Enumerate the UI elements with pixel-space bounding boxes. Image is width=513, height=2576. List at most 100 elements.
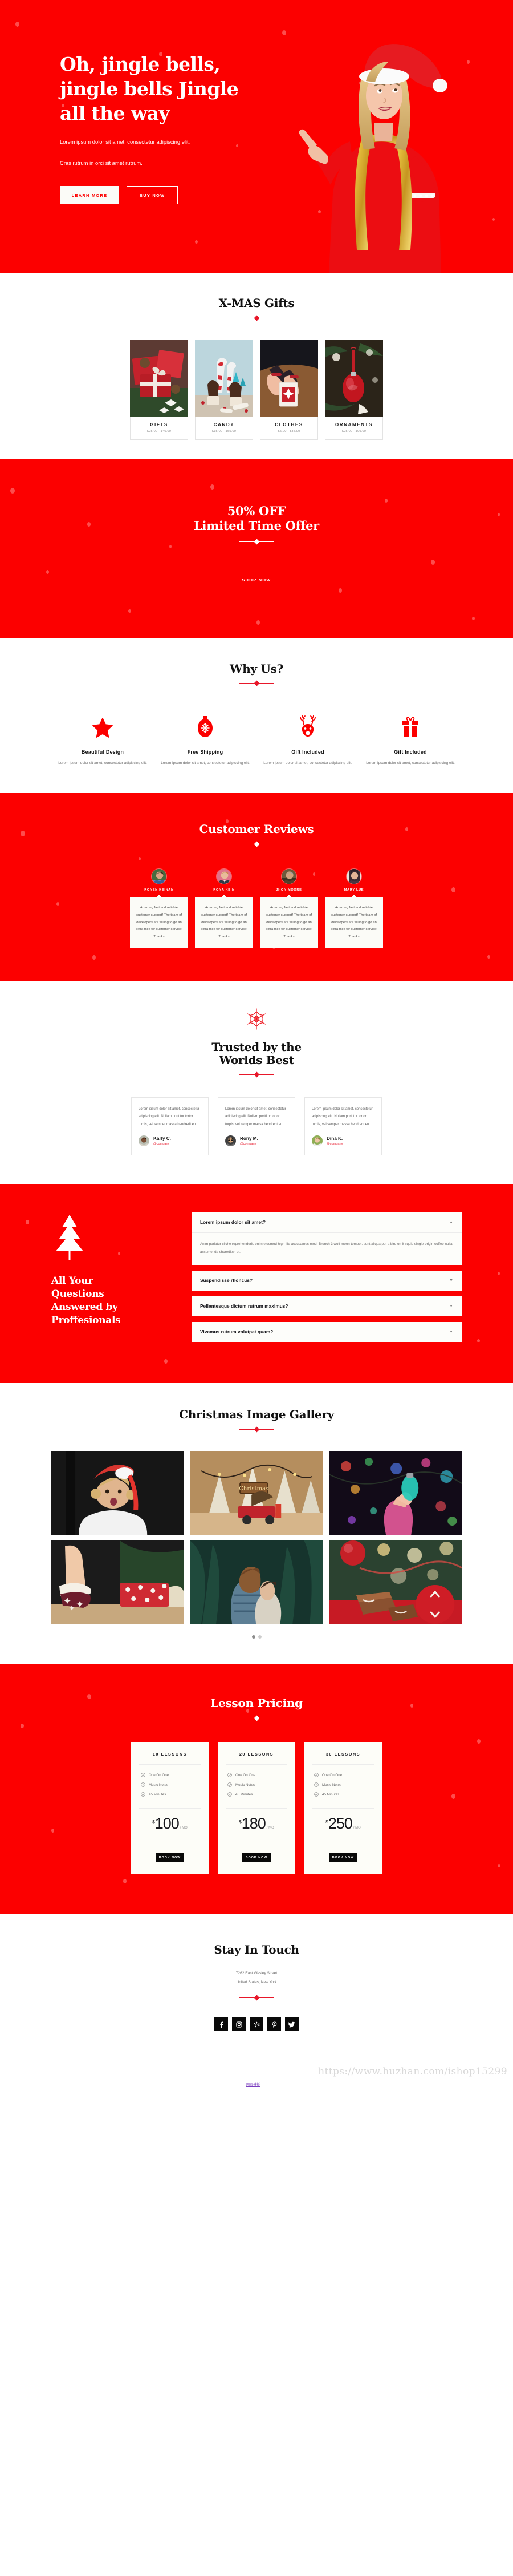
faq-item[interactable]: Pellentesque dictum rutrum maximus? ▼ [192,1296,462,1317]
testimonial-name: Karly C. [153,1136,171,1142]
book-now-button[interactable]: BOOK NOW [242,1853,271,1863]
faq-heading: All Your Questions Answered by Proffesio… [51,1275,171,1327]
testimonial-meta: Karly C. @company [139,1135,201,1147]
gallery-dot-2[interactable] [258,1635,262,1639]
gift-card[interactable]: GIFTS $25.00 - $40.00 [130,340,188,440]
svg-text:Christmas: Christmas [239,1486,269,1492]
bauble-icon [160,711,251,738]
review-item: RONEN KEINAN Amazing fast and reliable c… [130,868,188,948]
gallery-image[interactable]: Christmas [190,1451,323,1535]
chevron-down-icon[interactable]: ▼ [449,1279,453,1283]
landing-page: Oh, jingle bells, jingle bells Jingle al… [0,0,513,2094]
gallery-dot-1[interactable] [251,1635,255,1639]
review-text: Amazing fast and reliable customer suppo… [130,895,188,948]
trusted-title-line-2: Worlds Best [219,1053,294,1067]
plan-tier: 30 LESSONS [325,1752,361,1757]
offer-line-1: 50% OFF [227,504,286,518]
testimonial-text: Lorem ipsum dolor sit amet, consectetur … [312,1107,373,1126]
faq-item[interactable]: Vivamus rutrum volutpat quam? ▼ [192,1322,462,1342]
gifts-divider [239,315,274,321]
feature-item: Gift Included Lorem ipsum dolor sit amet… [359,711,462,767]
plan-tier: 10 LESSONS [152,1752,188,1757]
testimonial-text: Lorem ipsum dolor sit amet, consectetur … [225,1107,286,1126]
faq-question: Pellentesque dictum rutrum maximus? [200,1304,288,1309]
gift-image-gifts [130,340,188,417]
watermark-tag[interactable]: 网页模板 [246,2082,260,2087]
faq-item-header[interactable]: Vivamus rutrum volutpat quam? ▼ [192,1322,462,1342]
gallery-image[interactable] [328,1451,462,1535]
book-now-button[interactable]: BOOK NOW [329,1853,357,1863]
gift-card[interactable]: CANDY $15.00 - $55.00 [195,340,253,440]
reviews-divider [239,841,274,847]
plan-features: One On One Music Notes 45 Minutes [139,1773,201,1797]
chevron-down-icon[interactable]: ▼ [449,1304,453,1308]
gallery-image[interactable] [51,1540,185,1624]
faq-item-header[interactable]: Lorem ipsum dolor sit amet? ▲ [192,1212,462,1232]
review-item: RONA KEIN Amazing fast and reliable cust… [195,868,253,948]
testimonial-card: Lorem ipsum dolor sit amet, consectetur … [131,1097,209,1156]
instagram-icon [235,2021,242,2028]
feature-text: Lorem ipsum dolor sit amet, consectetur … [58,761,147,765]
testimonial-company: @company [153,1142,170,1146]
gallery-image[interactable] [190,1540,323,1624]
check-circle-icon [141,1792,145,1797]
check-circle-icon [141,1773,145,1777]
plan-feature-label: Music Notes [149,1782,169,1787]
faq-question: Lorem ipsum dolor sit amet? [200,1220,266,1226]
address-line-2: United States, New York [236,1980,277,1984]
gallery-section: Christmas Image Gallery Christmas [0,1383,513,1664]
feature-text: Lorem ipsum dolor sit amet, consectetur … [263,761,352,765]
gallery-image[interactable] [328,1540,462,1624]
gift-price: $25.00 - $40.00 [146,430,172,433]
avatar [281,868,297,885]
why-us-divider [239,681,274,686]
learn-more-button[interactable]: LEARN MORE [60,186,119,205]
faq-item[interactable]: Suspendisse rhoncus? ▼ [192,1271,462,1291]
plan-feature: One On One [314,1773,374,1777]
plan-period: / MO [180,1826,188,1830]
feature-title: Beautiful Design [81,749,124,755]
gift-card[interactable]: ORNAMENTS $25.00 - $99.00 [325,340,383,440]
gift-card[interactable]: CLOTHES $5.00 - $35.00 [260,340,318,440]
trusted-title: Trusted by the Worlds Best [51,1040,462,1067]
faq-item[interactable]: Lorem ipsum dolor sit amet? ▲ Anim paria… [192,1212,462,1265]
chevron-up-icon[interactable]: ▲ [449,1220,453,1224]
pricing-divider [239,1715,274,1721]
buy-now-button[interactable]: BUY NOW [127,186,178,205]
review-item: JHON MOORE Amazing fast and reliable cus… [260,868,318,948]
check-circle-icon [141,1782,145,1787]
check-circle-icon [314,1792,319,1797]
pinterest-icon [271,2021,276,2028]
review-author: RONEN KEINAN [144,888,174,892]
plan-feature: 45 Minutes [227,1792,287,1797]
pinterest-link[interactable] [267,2017,281,2032]
gift-caption: CANDY $15.00 - $55.00 [195,417,253,440]
plan-price: $ 100 / MO [139,1808,201,1831]
footer-title: Stay In Touch [214,1943,299,1957]
faq-item-header[interactable]: Suspendisse rhoncus? ▼ [192,1271,462,1291]
offer-heading: 50% OFF Limited Time Offer [51,504,462,534]
faq-item-header[interactable]: Pellentesque dictum rutrum maximus? ▼ [192,1296,462,1316]
gallery-image[interactable] [51,1451,185,1535]
instagram-link[interactable] [232,2017,246,2032]
hero-buttons: LEARN MORE BUY NOW [60,186,268,205]
offer-banner-section: 50% OFF Limited Time Offer SHOP NOW [0,459,513,638]
hero-section: Oh, jingle bells, jingle bells Jingle al… [0,0,513,273]
footer-section: Stay In Touch 7262 East Wesley Street Un… [0,1914,513,2094]
faq-heading-line-1: All Your [51,1275,93,1287]
twitter-link[interactable] [285,2017,299,2032]
trusted-section: Trusted by the Worlds Best Lorem ipsum d… [0,981,513,1184]
gift-name: ORNAMENTS [335,422,373,427]
yelp-link[interactable] [250,2017,263,2032]
check-circle-icon [227,1782,232,1787]
book-now-button[interactable]: BOOK NOW [156,1853,184,1863]
avatar [151,868,167,885]
plan-feature: 45 Minutes [141,1792,201,1797]
why-us-title: Why Us? [230,661,283,676]
shop-now-button[interactable]: SHOP NOW [231,570,282,589]
facebook-link[interactable] [214,2017,228,2032]
testimonial-card: Lorem ipsum dolor sit amet, consectetur … [304,1097,382,1156]
gifts-grid: GIFTS $25.00 - $40.00 CANDY $15.00 - $55… [51,340,462,440]
gallery-pagination[interactable] [51,1635,462,1639]
chevron-down-icon[interactable]: ▼ [449,1330,453,1334]
